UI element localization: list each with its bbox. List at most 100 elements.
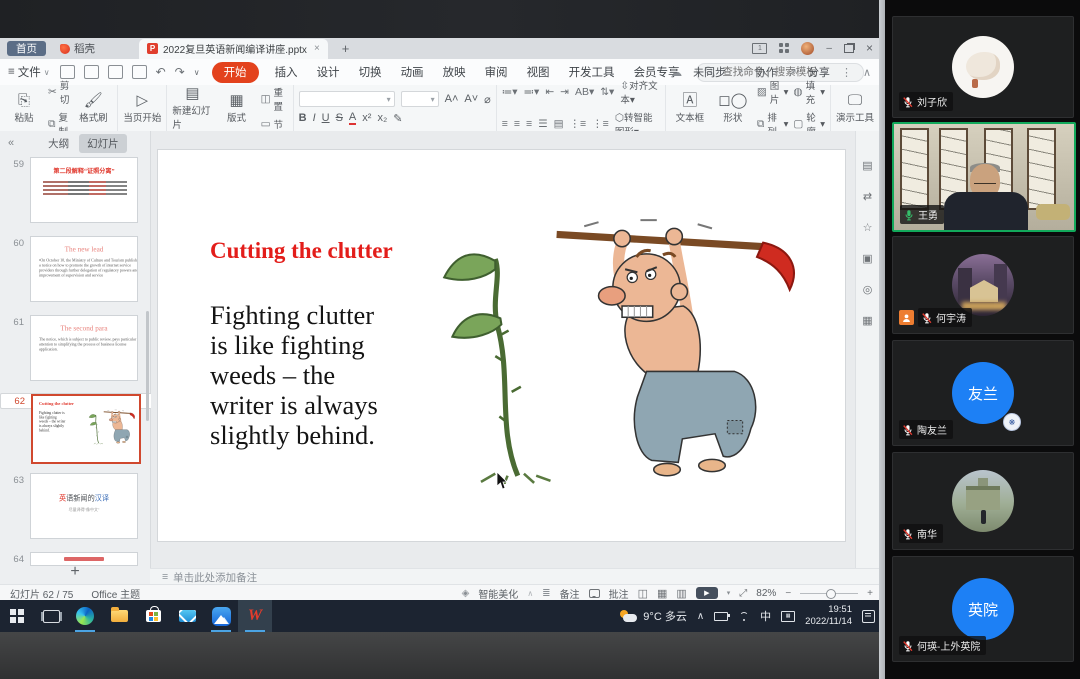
slide-title[interactable]: Cutting the clutter (210, 238, 393, 264)
font-select[interactable]: ▾ (299, 91, 395, 107)
increase-indent-button[interactable]: ⇥ (560, 86, 569, 98)
battery-icon[interactable] (714, 612, 728, 621)
microsoft-store-icon[interactable] (136, 600, 170, 632)
slides-tab[interactable]: 幻灯片 (79, 134, 127, 153)
reading-view-icon[interactable]: ▥ (676, 587, 686, 600)
wps-taskbar-icon[interactable]: W (238, 600, 272, 632)
file-menu[interactable]: ≡ 文件 ∨ (8, 64, 50, 80)
slide-body-text[interactable]: Fighting clutteris like fightingweeds – … (210, 300, 378, 450)
clear-format-icon[interactable]: ⌀ (484, 93, 491, 106)
theme-name[interactable]: Office 主题 (91, 586, 140, 601)
spacing-1-button[interactable]: ⋮≡ (570, 118, 587, 130)
font-color-button[interactable]: A (349, 111, 356, 125)
print-icon[interactable] (108, 65, 123, 79)
task-view-button[interactable] (34, 600, 68, 632)
slide-cartoon-illustration[interactable] (436, 218, 804, 484)
undo-icon[interactable]: ↶ (156, 65, 166, 79)
text-box-button[interactable]: 🄰︎ 文本框 (671, 93, 709, 124)
section-button[interactable]: ▭节 (261, 117, 288, 131)
action-center-icon[interactable] (862, 610, 875, 623)
meeting-app-icon[interactable] (204, 600, 238, 632)
export-icon[interactable] (84, 65, 99, 79)
grow-font-icon[interactable]: A˄ (445, 93, 459, 105)
collapse-sidebar-icon[interactable]: « (8, 137, 14, 149)
slideshow-button[interactable]: ▶ (696, 587, 718, 599)
play-from-current-button[interactable]: ▷ 当页开始 (123, 93, 161, 124)
slide-thumbnail-62-selected[interactable]: 62 Cutting the clutter Fighting clutter … (0, 393, 158, 409)
slide-sorter-view-icon[interactable]: ▦ (657, 587, 667, 600)
format-painter-button[interactable]: 🖌︎ 格式刷 (74, 93, 112, 124)
superscript-button[interactable]: x² (362, 112, 371, 124)
bullets-button[interactable]: ≔▾ (502, 86, 518, 98)
numbering-button[interactable]: ≕▾ (524, 86, 540, 98)
menu-item-slideshow[interactable]: 放映 (443, 64, 466, 80)
mail-icon[interactable] (170, 600, 204, 632)
fit-slide-icon[interactable]: ⤢ (739, 588, 747, 599)
align-left-button[interactable]: ≡ (502, 118, 508, 130)
highlight-button[interactable]: ✎ (393, 112, 402, 125)
font-size-select[interactable]: ▾ (401, 91, 439, 107)
transition-icon[interactable]: ⇄ (863, 190, 872, 203)
clipboard-panel-icon[interactable]: ▣ (862, 252, 872, 265)
user-avatar[interactable] (801, 42, 814, 55)
spacing-2-button[interactable]: ⋮≡ (592, 118, 609, 130)
start-button[interactable] (0, 600, 34, 632)
redo-icon[interactable]: ↷ (175, 65, 185, 79)
slide-canvas[interactable]: Cutting the clutter Fighting clutteris l… (158, 150, 845, 541)
presentation-view-icon[interactable]: 1 (752, 43, 767, 54)
toolbar-more-icon[interactable]: ∨ (194, 68, 200, 77)
minimize-button[interactable]: – (826, 43, 832, 54)
participant-tile[interactable]: 南华 (892, 452, 1074, 550)
shape-button[interactable]: ◻◯ 形状 (714, 93, 752, 124)
menu-item-animation[interactable]: 动画 (401, 64, 424, 80)
workspace-grid-icon[interactable] (779, 43, 789, 53)
help-icon[interactable]: ◎ (863, 283, 873, 296)
align-center-button[interactable]: ≡ (514, 118, 520, 130)
shrink-font-icon[interactable]: A˅ (464, 93, 478, 105)
home-tab-button[interactable]: 首页 (7, 41, 46, 56)
close-button[interactable]: × (866, 41, 873, 55)
outline-tab[interactable]: 大纲 (48, 136, 69, 151)
beautify-button[interactable]: 智能美化 (478, 586, 518, 601)
justify-button[interactable]: ☰ (538, 118, 547, 130)
zoom-in-button[interactable]: + (867, 588, 873, 599)
zoom-level[interactable]: 82% (756, 588, 776, 599)
reset-button[interactable]: ◫重置 (261, 85, 288, 113)
add-slide-button[interactable]: + (0, 563, 150, 581)
new-tab-button[interactable]: + (342, 41, 350, 56)
menu-item-design[interactable]: 设计 (317, 64, 340, 80)
file-explorer-icon[interactable] (102, 600, 136, 632)
zoom-out-button[interactable]: − (785, 588, 791, 599)
layout-panel-icon[interactable]: ▦ (862, 314, 872, 327)
more-options-icon[interactable]: ⋮ (841, 66, 852, 79)
touch-keyboard-icon[interactable]: ▦ (781, 611, 795, 622)
notes-bar[interactable]: ≡ 单击此处添加备注 (150, 568, 879, 585)
distribute-button[interactable]: ▤ (554, 118, 564, 130)
print-preview-icon[interactable] (132, 65, 147, 79)
document-tab[interactable]: P 2022复旦英语新闻编译讲座.pptx × (139, 39, 328, 59)
layout-button[interactable]: ▦ 版式 (218, 93, 256, 124)
present-tools-button[interactable]: 🖵︎ 演示工具 (836, 93, 874, 124)
collapse-ribbon-icon[interactable]: ∧ (863, 66, 871, 79)
menu-item-start[interactable]: 开始 (212, 62, 259, 83)
underline-button[interactable]: U (322, 112, 330, 124)
normal-view-icon[interactable]: ◫ (638, 587, 648, 600)
favorites-icon[interactable]: ☆ (863, 221, 873, 234)
italic-button[interactable]: I (313, 112, 316, 124)
picture-button[interactable]: ▨图片▾ (757, 78, 789, 106)
tray-expand-icon[interactable]: ∧ (697, 611, 704, 622)
thumbnail-scrollbar[interactable] (146, 311, 149, 421)
text-direction-button[interactable]: AB▾ (575, 86, 594, 98)
save-icon[interactable] (60, 65, 75, 79)
decrease-indent-button[interactable]: ⇤ (545, 86, 554, 98)
sync-status[interactable]: 未同步 (693, 64, 726, 80)
participant-tile[interactable]: 英院 何瑛-上外英院 (892, 556, 1074, 662)
menu-item-transition[interactable]: 切换 (359, 64, 382, 80)
ime-indicator[interactable]: 中 (760, 608, 771, 624)
comments-button[interactable]: 批注 (609, 586, 629, 601)
menu-item-insert[interactable]: 插入 (275, 64, 298, 80)
network-icon[interactable] (738, 612, 750, 621)
paste-button[interactable]: ⎘ 粘贴 (5, 93, 43, 124)
bold-button[interactable]: B (299, 112, 307, 124)
cut-button[interactable]: ✂剪切 (48, 78, 69, 106)
